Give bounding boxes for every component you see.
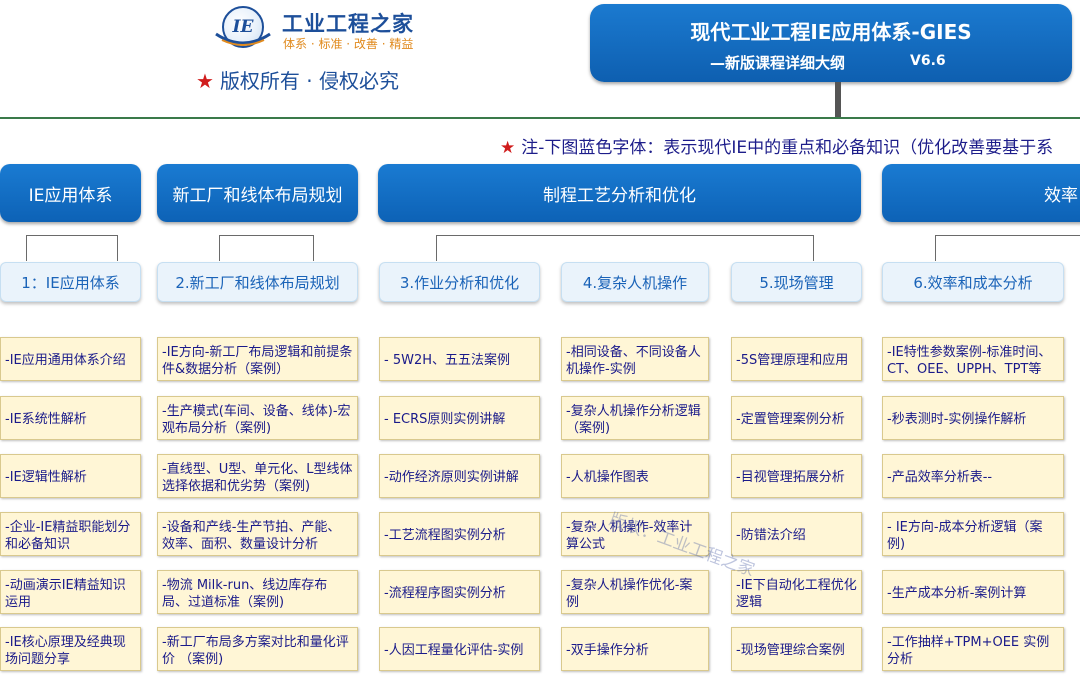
topic-cell: - IE方向-成本分析逻辑（案例) — [882, 512, 1064, 556]
topic-cell: -相同设备、不同设备人机操作-实例 — [561, 337, 709, 381]
topic-cell: -秒表测时-实例操作解析 — [882, 396, 1064, 440]
star-icon: ★ — [196, 69, 214, 93]
topic-cell: -生产模式(车间、设备、线体)-宏观布局分析（案例) — [157, 396, 358, 440]
connector-bracket — [935, 235, 1080, 261]
module-3: 3.作业分析和优化 — [379, 262, 540, 302]
topic-cell: -目视管理拓展分析 — [731, 454, 862, 498]
topic-cell: -IE逻辑性解析 — [0, 454, 141, 498]
module-1: 1：IE应用体系 — [0, 262, 141, 302]
topic-cell: -现场管理综合案例 — [731, 627, 862, 671]
category-factory-layout: 新工厂和线体布局规划 — [157, 164, 358, 222]
topic-cell: -产品效率分析表-- — [882, 454, 1064, 498]
topic-cell: -生产成本分析-案例计算 — [882, 570, 1064, 614]
module-2: 2.新工厂和线体布局规划 — [157, 262, 358, 302]
topic-cell: -IE特性参数案例-标准时间、CT、OEE、UPPH、TPT等 — [882, 337, 1064, 381]
topic-cell: - ECRS原则实例讲解 — [379, 396, 540, 440]
topic-cell: -流程程序图实例分析 — [379, 570, 540, 614]
topic-cell: -防错法介绍 — [731, 512, 862, 556]
topic-cell: -物流 Milk-run、线边库存布局、过道标准（案例) — [157, 570, 358, 614]
topic-cell: -复杂人机操作优化-案例 — [561, 570, 709, 614]
topic-cell: -工作抽样+TPM+OEE 实例分析 — [882, 627, 1064, 671]
topic-cell: -定置管理案例分析 — [731, 396, 862, 440]
category-process-analysis: 制程工艺分析和优化 — [378, 164, 861, 222]
module-5: 5.现场管理 — [731, 262, 862, 302]
module-6: 6.效率和成本分析 — [882, 262, 1064, 302]
topic-cell: -人因工程量化评估-实例 — [379, 627, 540, 671]
category-efficiency: 效率 — [882, 164, 1080, 222]
topic-cell: -IE系统性解析 — [0, 396, 141, 440]
header-divider — [0, 117, 1080, 119]
title-box: 现代工业工程IE应用体系-GIES —新版课程详细大纲 V6.6 — [590, 4, 1072, 82]
topic-cell: -动画演示IE精益知识运用 — [0, 570, 141, 614]
connector-bracket — [436, 235, 814, 261]
legend-note-text: 注-下图蓝色字体：表示现代IE中的重点和必备知识（优化改善要基于系 — [521, 138, 1054, 158]
topic-cell: -IE应用通用体系介绍 — [0, 337, 141, 381]
page-subtitle: —新版课程详细大纲 — [710, 54, 846, 72]
logo-name: 工业工程之家 — [282, 12, 414, 36]
topic-cell: -工艺流程图实例分析 — [379, 512, 540, 556]
topic-cell: -IE方向-新工厂布局逻辑和前提条件&数据分析（案例） — [157, 337, 358, 381]
topic-cell: -动作经济原则实例讲解 — [379, 454, 540, 498]
topic-cell: -设备和产线-生产节拍、产能、效率、面积、数量设计分析 — [157, 512, 358, 556]
topic-cell: -人机操作图表 — [561, 454, 709, 498]
star-icon: ★ — [500, 138, 516, 158]
topic-cell: -IE核心原理及经典现场问题分享 — [0, 627, 141, 671]
topic-cell: -企业-IE精益职能划分和必备知识 — [0, 512, 141, 556]
page-title: 现代工业工程IE应用体系-GIES — [690, 20, 972, 44]
version-label: V6.6 — [910, 53, 946, 69]
topic-cell: -新工厂布局多方案对比和量化评价 （案例) — [157, 627, 358, 671]
topic-cell: -复杂人机操作分析逻辑（案例) — [561, 396, 709, 440]
copyright-notice: ★ 版权所有 · 侵权必究 — [196, 65, 399, 94]
logo-slogan: 体系 · 标准 · 改善 · 精益 — [283, 37, 414, 51]
module-4: 4.复杂人机操作 — [561, 262, 709, 302]
category-ie-system: IE应用体系 — [0, 164, 141, 222]
logo-swoosh-icon — [215, 32, 271, 46]
connector-bracket — [26, 235, 118, 261]
legend-note: ★ 注-下图蓝色字体：表示现代IE中的重点和必备知识（优化改善要基于系 — [500, 133, 1053, 158]
copyright-text: 版权所有 · 侵权必究 — [219, 69, 400, 93]
topic-cell: - 5W2H、五五法案例 — [379, 337, 540, 381]
topic-cell: -双手操作分析 — [561, 627, 709, 671]
connector-bracket — [219, 235, 314, 261]
topic-cell: -直线型、U型、单元化、L型线体选择依据和优劣势（案例) — [157, 454, 358, 498]
topic-cell: -5S管理原理和应用 — [731, 337, 862, 381]
title-connector — [835, 82, 841, 118]
